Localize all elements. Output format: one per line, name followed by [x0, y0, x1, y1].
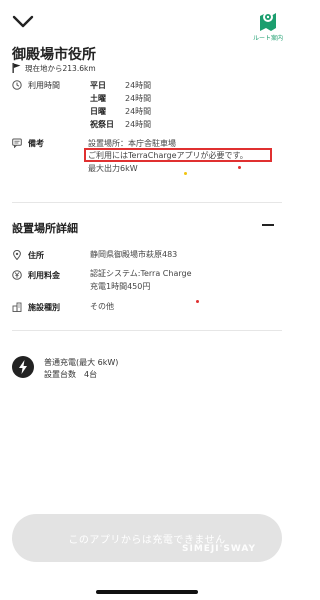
hours-label: 利用時間 — [28, 81, 60, 90]
top-bar: ルート案内 — [0, 0, 294, 44]
flag-icon — [12, 63, 21, 73]
fee-auth-system: 認証システム:Terra Charge — [90, 269, 192, 278]
hours-day-sunday: 日曜 — [90, 107, 106, 116]
facility-label: 施設種別 — [28, 303, 60, 312]
notes-label: 備考 — [28, 139, 44, 148]
fee-label: 利用料金 — [28, 271, 60, 280]
route-guidance-button[interactable]: ルート案内 — [246, 8, 290, 44]
hours-value-sunday: 24時間 — [125, 107, 152, 116]
charger-count: 設置台数 4台 — [44, 370, 98, 379]
distance-text: 現在地から213.6km — [25, 63, 96, 73]
highlight-annotation — [84, 148, 272, 162]
hours-day-weekday: 平日 — [90, 81, 106, 90]
address-value: 静岡県御殿場市萩原483 — [90, 250, 178, 259]
location-pin-icon — [13, 250, 21, 260]
hours-day-holiday: 祝祭日 — [90, 120, 114, 129]
lightning-bolt-icon — [19, 360, 27, 374]
clock-icon — [12, 80, 22, 90]
map-pin-icon — [260, 12, 276, 31]
note-max-output: 最大出力6kW — [88, 164, 138, 173]
charger-type: 普通充電(最大 6kW) — [44, 358, 119, 367]
hours-value-weekday: 24時間 — [125, 81, 152, 90]
hours-day-saturday: 土曜 — [90, 94, 106, 103]
facility-value: その他 — [90, 302, 114, 311]
address-label: 住所 — [28, 251, 44, 260]
chevron-down-icon[interactable] — [12, 14, 34, 30]
comment-icon — [12, 138, 22, 148]
charge-disabled-button[interactable]: このアプリからは充電できません — [12, 514, 282, 562]
speck — [184, 172, 187, 175]
yen-icon — [12, 270, 22, 280]
speck — [238, 166, 241, 169]
home-indicator — [96, 590, 198, 594]
collapse-minus-icon[interactable] — [262, 224, 274, 226]
hours-value-saturday: 24時間 — [125, 94, 152, 103]
building-icon — [12, 302, 22, 312]
details-section-title: 設置場所詳細 — [12, 222, 78, 235]
speck — [196, 300, 199, 303]
distance-row: 現在地から213.6km — [12, 62, 96, 74]
charger-info — [12, 356, 34, 378]
station-name: 御殿場市役所 — [12, 47, 96, 63]
fee-price: 充電1時間450円 — [90, 282, 151, 291]
hours-value-holiday: 24時間 — [125, 120, 152, 129]
watermark: SIMEJI'SWAY — [182, 544, 257, 554]
route-guidance-label: ルート案内 — [252, 35, 283, 42]
section-divider — [12, 330, 282, 331]
section-divider — [12, 202, 282, 203]
